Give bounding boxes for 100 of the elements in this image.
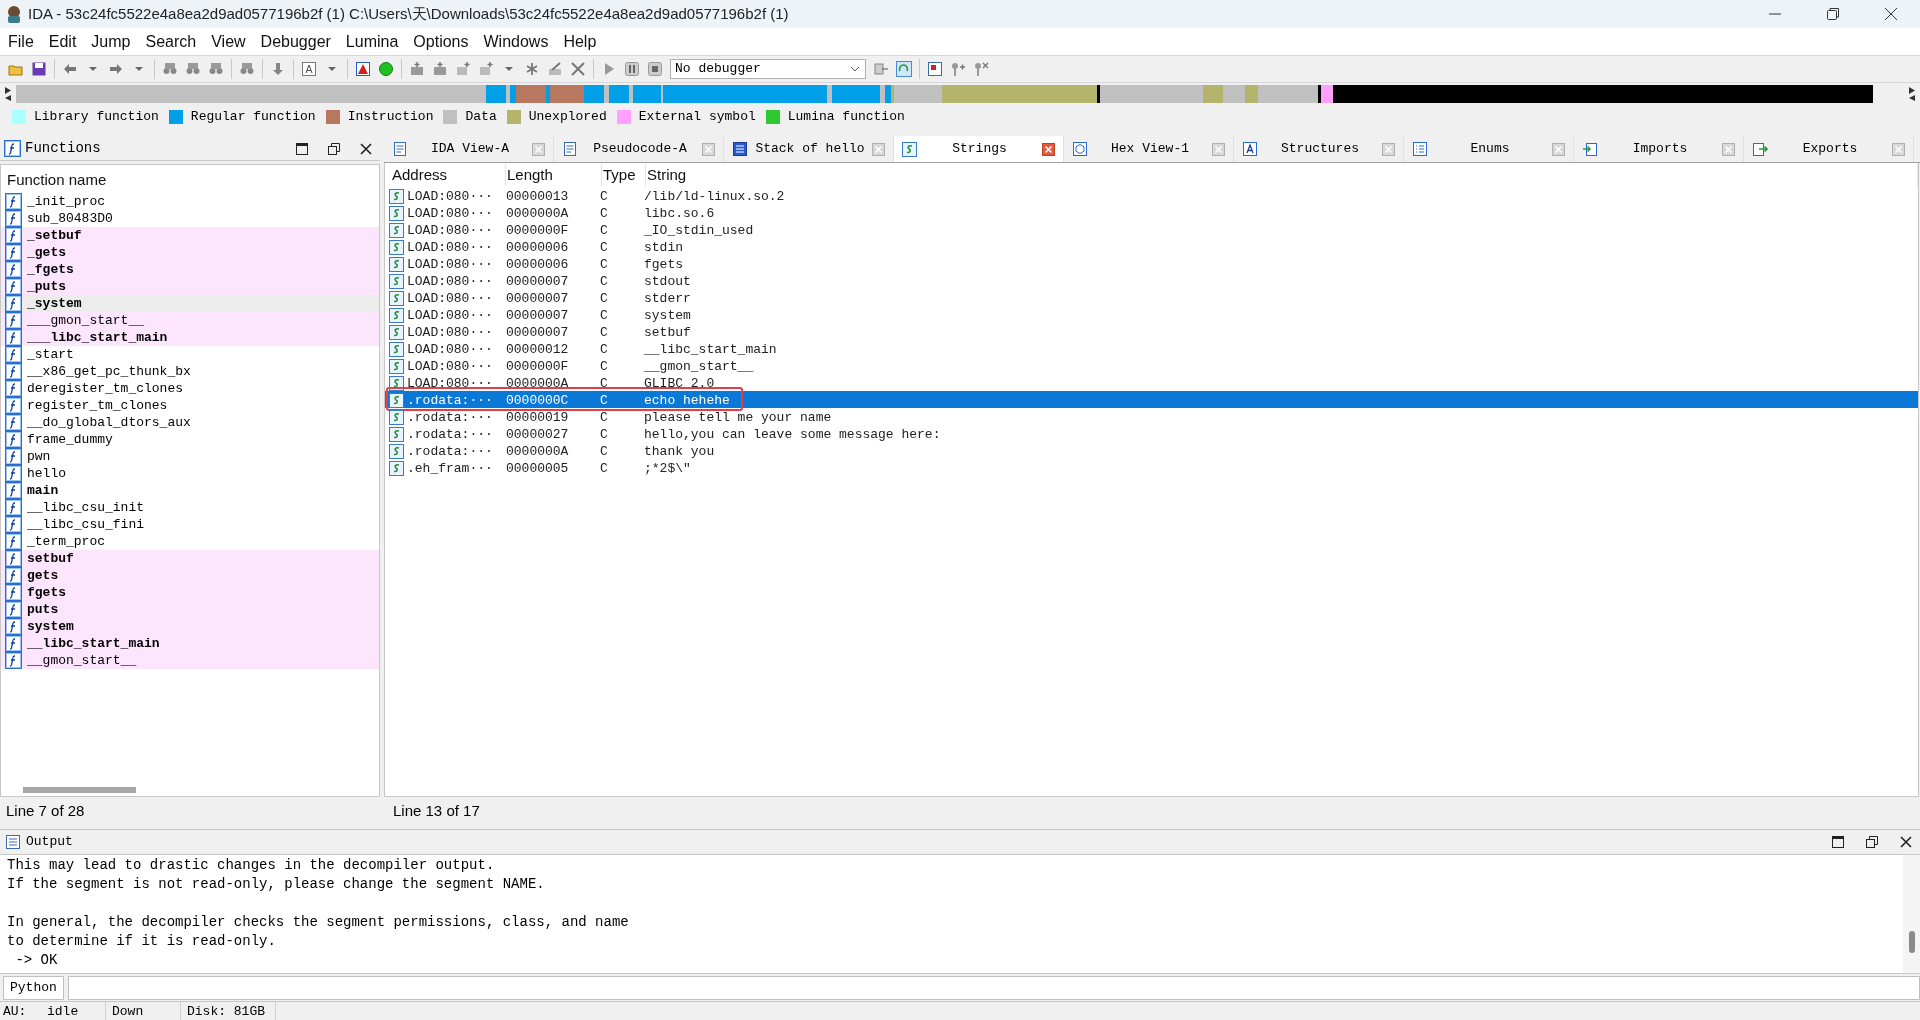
data-icon[interactable] xyxy=(432,61,448,77)
string-row[interactable]: LOAD:080··· 00000012 C __libc_start_main xyxy=(385,340,1918,357)
function-row[interactable]: ___gmon_start__ xyxy=(1,312,379,329)
string-row[interactable]: LOAD:080··· 00000013 C /lib/ld-linux.so.2 xyxy=(385,187,1918,204)
binoculars-icon[interactable] xyxy=(162,61,178,77)
table-cell-text: 00000012 xyxy=(505,341,570,359)
string-row[interactable]: .rodata:··· 00000027 C hello,you can leave some message here: xyxy=(385,425,1918,442)
add-breakpoint-icon[interactable] xyxy=(950,61,966,77)
close-tab-icon[interactable] xyxy=(1552,142,1565,156)
close-icon[interactable] xyxy=(359,141,373,156)
menu-item[interactable]: File xyxy=(8,29,34,54)
scrollbar-thumb[interactable] xyxy=(23,787,136,793)
function-row[interactable]: __libc_start_main xyxy=(1,635,379,652)
string-row[interactable]: LOAD:080··· 00000007 C setbuf xyxy=(385,323,1918,340)
string-row[interactable]: LOAD:080··· 00000006 C fgets xyxy=(385,255,1918,272)
scrollbar-thumb[interactable] xyxy=(1908,931,1915,953)
string-row[interactable]: LOAD:080··· 00000007 C stderr xyxy=(385,289,1918,306)
function-row[interactable]: puts xyxy=(1,601,379,618)
function-row[interactable]: _puts xyxy=(1,278,379,295)
string-plus-icon[interactable] xyxy=(478,61,494,77)
close-tab-icon[interactable] xyxy=(1042,142,1055,156)
warning-icon[interactable] xyxy=(355,61,371,77)
string-row[interactable]: LOAD:080··· 0000000F C _IO_stdin_used xyxy=(385,221,1918,238)
binoculars-icon[interactable] xyxy=(239,61,255,77)
command-input[interactable] xyxy=(67,975,1920,1000)
string-row[interactable]: .rodata:··· 00000019 C please tell me your name xyxy=(385,408,1918,425)
save-icon[interactable] xyxy=(31,61,47,77)
function-row[interactable]: _system xyxy=(1,295,379,312)
table-cell-text: C xyxy=(600,205,609,223)
menu-item[interactable]: Jump xyxy=(91,29,131,54)
string-row[interactable]: LOAD:080··· 0000000A C GLIBC_2.0 xyxy=(385,374,1918,391)
function-row[interactable]: _setbuf xyxy=(1,227,379,244)
string-icon xyxy=(389,274,404,290)
status-text: Line 7 of 28 xyxy=(5,800,86,821)
close-tab-icon[interactable] xyxy=(1212,142,1225,156)
menu-item[interactable]: Options xyxy=(413,29,469,54)
stop-icon[interactable] xyxy=(647,61,663,77)
menu-item[interactable]: Help xyxy=(563,29,597,54)
function-row[interactable]: _gets xyxy=(1,244,379,261)
close-icon[interactable] xyxy=(1884,7,1898,21)
string-row[interactable]: LOAD:080··· 0000000F C __gmon_start__ xyxy=(385,357,1918,374)
asterisk-icon[interactable] xyxy=(524,61,540,77)
menu-item[interactable]: Edit xyxy=(48,29,77,54)
table-cell-text: C xyxy=(600,375,609,393)
debugger-dropdown[interactable]: No debugger xyxy=(670,59,866,79)
function-row[interactable]: gets xyxy=(1,567,379,584)
string-row[interactable]: LOAD:080··· 00000007 C system xyxy=(385,306,1918,323)
pause-icon[interactable] xyxy=(624,61,640,77)
close-tab-icon[interactable] xyxy=(1382,142,1395,156)
string-row[interactable]: .eh_fram··· 00000005 C ;*2$\" xyxy=(385,459,1918,476)
function-icon xyxy=(5,635,22,652)
function-icon xyxy=(5,516,22,533)
menu-item[interactable]: Lumina xyxy=(345,29,399,54)
maximize-icon[interactable] xyxy=(295,141,309,156)
function-row[interactable]: setbuf xyxy=(1,550,379,567)
menu-item[interactable]: Search xyxy=(145,29,197,54)
function-row[interactable]: system xyxy=(1,618,379,635)
table-cell-text: C xyxy=(600,273,609,291)
breakpoint-icon[interactable] xyxy=(927,61,943,77)
close-tab-icon[interactable] xyxy=(1892,142,1905,156)
function-row[interactable]: __gmon_start__ xyxy=(1,652,379,669)
maximize-icon[interactable] xyxy=(1831,835,1845,849)
delete-breakpoint-icon[interactable] xyxy=(973,61,989,77)
menu-item[interactable]: Windows xyxy=(483,29,549,54)
menu-item[interactable]: Debugger xyxy=(260,29,331,54)
close-tab-icon[interactable] xyxy=(532,142,545,156)
function-row[interactable]: fgets xyxy=(1,584,379,601)
forward-arrow-icon[interactable] xyxy=(108,61,124,77)
string-row[interactable]: LOAD:080··· 0000000A C libc.so.6 xyxy=(385,204,1918,221)
menu-item[interactable]: View xyxy=(211,29,246,54)
string-row[interactable]: .rodata:··· 0000000A C thank you xyxy=(385,442,1918,459)
text-plus-icon[interactable] xyxy=(455,61,471,77)
string-row[interactable]: LOAD:080··· 00000007 C stdout xyxy=(385,272,1918,289)
table-cell-text: 00000007 xyxy=(505,273,570,291)
function-icon xyxy=(5,244,22,261)
text-icon[interactable] xyxy=(301,61,317,77)
language-button[interactable]: Python xyxy=(3,975,64,1000)
close-tab-icon[interactable] xyxy=(702,142,715,156)
pencil-icon[interactable] xyxy=(547,61,563,77)
attach-icon[interactable] xyxy=(873,61,889,77)
scroll-arrows-icon[interactable] xyxy=(4,86,12,102)
column-header: Length xyxy=(506,163,602,187)
tab[interactable]: Strings xyxy=(894,136,1064,162)
close-tab-icon[interactable] xyxy=(1722,142,1735,156)
table-cell-text: C xyxy=(600,307,609,325)
string-row[interactable]: LOAD:080··· 00000006 C stdin xyxy=(385,238,1918,255)
close-icon[interactable] xyxy=(1899,835,1913,849)
status-circle-icon[interactable] xyxy=(378,61,394,77)
binoculars-icon[interactable] xyxy=(185,61,201,77)
close-tab-icon[interactable] xyxy=(872,142,885,156)
refresh-icon[interactable] xyxy=(896,61,912,77)
float-icon[interactable] xyxy=(1865,835,1879,849)
code-icon[interactable] xyxy=(409,61,425,77)
restore-icon[interactable] xyxy=(1826,7,1840,21)
delete-icon[interactable] xyxy=(570,61,586,77)
scroll-arrows-icon[interactable] xyxy=(1908,86,1916,102)
binoculars-icon[interactable] xyxy=(208,61,224,77)
function-row[interactable]: _fgets xyxy=(1,261,379,278)
float-icon[interactable] xyxy=(327,141,341,156)
function-row[interactable]: ___libc_start_main xyxy=(1,329,379,346)
